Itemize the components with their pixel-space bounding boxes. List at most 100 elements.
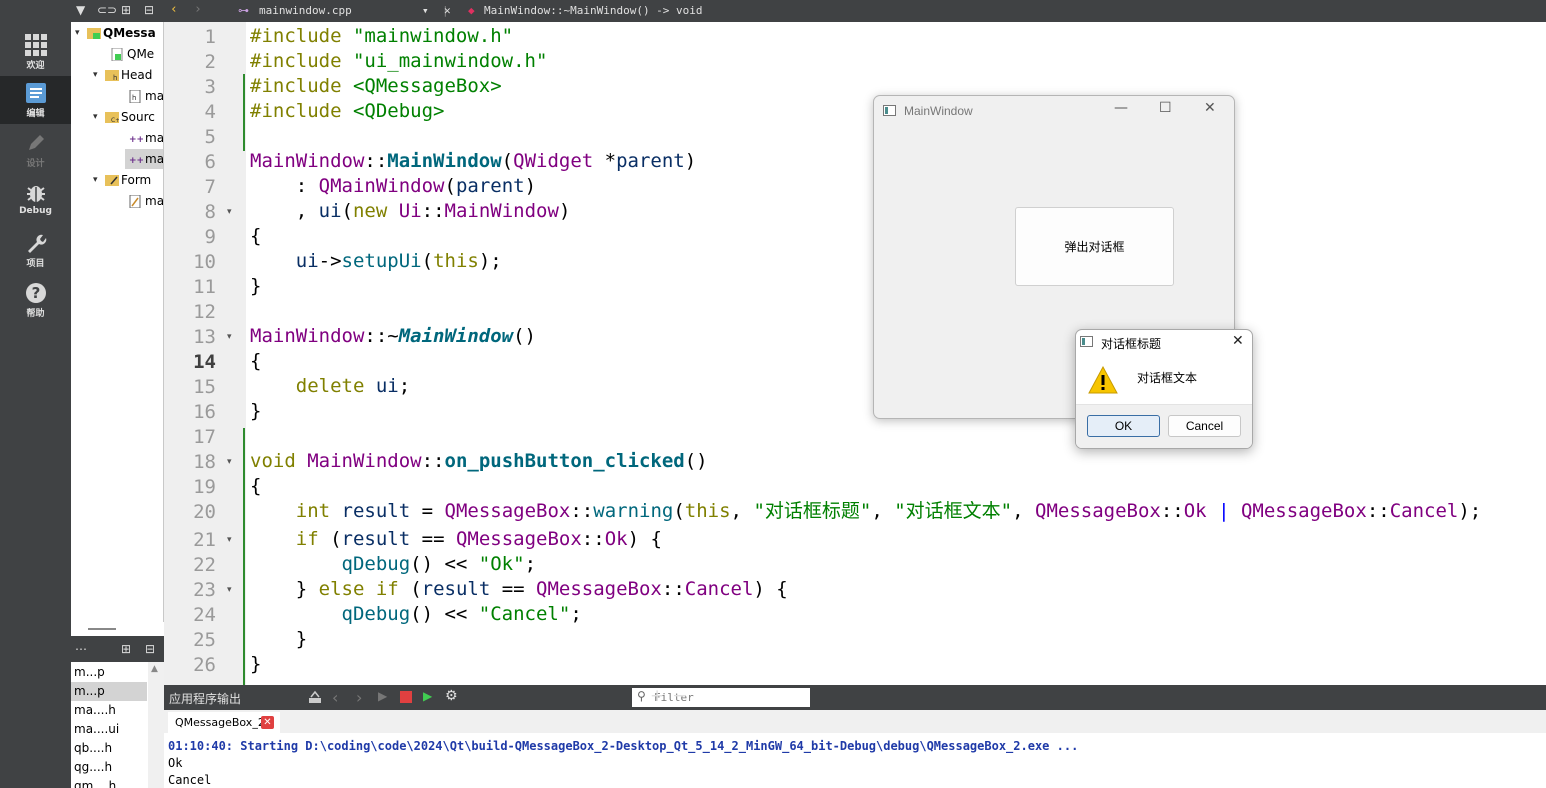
- line-number: 18: [193, 451, 216, 473]
- open-doc-item[interactable]: m...p: [71, 682, 147, 701]
- mode-help[interactable]: ? 帮助: [0, 276, 71, 324]
- maximize-icon[interactable]: ☐: [1159, 100, 1172, 116]
- mode-design[interactable]: 设计: [0, 126, 71, 174]
- tree-item[interactable]: QMe: [111, 44, 154, 64]
- close-icon[interactable]: ✕: [444, 4, 451, 17]
- fold-arrow-icon[interactable]: ▾: [227, 207, 232, 217]
- zoom-in-icon[interactable]: +: [650, 686, 664, 706]
- tree-item[interactable]: h ma: [129, 86, 163, 106]
- code-token: );: [1458, 500, 1482, 522]
- code-token: MainWindow: [307, 450, 422, 472]
- zoom-out-icon[interactable]: −: [673, 686, 687, 706]
- code-token: <QDebug>: [352, 100, 445, 122]
- next-icon[interactable]: ›: [356, 688, 362, 707]
- pane-splitter[interactable]: [71, 622, 164, 636]
- mode-debug[interactable]: Debug: [0, 176, 71, 224]
- mode-projects[interactable]: 项目: [0, 226, 71, 274]
- tree-item[interactable]: ▾ h Head: [93, 65, 152, 85]
- cancel-button[interactable]: Cancel: [1168, 415, 1241, 437]
- code-token: int: [295, 500, 331, 522]
- code-token: ::: [1160, 500, 1184, 522]
- chevron-down-icon[interactable]: ▾: [93, 175, 105, 185]
- split-icon[interactable]: ⊞: [121, 3, 131, 17]
- docs-scrollbar[interactable]: ▲: [148, 662, 164, 788]
- chevron-down-icon[interactable]: ▾: [75, 28, 87, 38]
- output-pane-title: 应用程序输出: [169, 692, 242, 706]
- dialog-text: 对话框文本: [1137, 371, 1198, 385]
- attach-debugger-icon[interactable]: ▶: [423, 689, 432, 703]
- gear-icon[interactable]: ⚙: [445, 688, 458, 704]
- svg-text:++: ++: [129, 135, 143, 144]
- link-icon[interactable]: ⊂⊃: [97, 3, 117, 17]
- open-doc-item[interactable]: ma....ui: [71, 720, 147, 739]
- open-doc-item[interactable]: qm....h: [71, 777, 147, 788]
- mode-edit[interactable]: 编辑: [0, 76, 71, 124]
- ok-button[interactable]: OK: [1087, 415, 1160, 437]
- chevron-down-icon[interactable]: ▾: [422, 4, 429, 17]
- open-doc-item[interactable]: m...p: [71, 663, 147, 682]
- code-line: qDebug() << "Cancel";: [250, 602, 582, 627]
- show-dialog-button[interactable]: 弹出对话框: [1015, 207, 1174, 286]
- code-token: parent: [616, 150, 685, 172]
- code-token: }: [250, 653, 262, 675]
- edit-doc-icon: [25, 83, 46, 103]
- filter-icon[interactable]: ▼: [76, 3, 85, 17]
- chevron-down-icon[interactable]: ▾: [93, 70, 105, 80]
- stop-icon[interactable]: [400, 691, 412, 703]
- tree-item[interactable]: ma: [129, 191, 163, 211]
- line-number: 20: [193, 501, 216, 523]
- code-token: ::: [581, 528, 605, 550]
- symbol-selector[interactable]: MainWindow::~MainWindow() -> void: [484, 4, 703, 17]
- open-doc-item[interactable]: ma....h: [71, 701, 147, 720]
- code-token: Cancel: [684, 578, 754, 600]
- open-doc-item[interactable]: qb....h: [71, 739, 147, 758]
- folder-ui-icon: [105, 174, 119, 186]
- run-settings-icon[interactable]: [308, 690, 323, 705]
- cpp-file-icon: ⊶: [238, 4, 249, 17]
- line-number: 26: [193, 654, 216, 676]
- fold-arrow-icon[interactable]: ▾: [227, 585, 232, 595]
- tree-item[interactable]: ▾ C+ Sourc: [93, 107, 155, 127]
- close-pane-icon[interactable]: ⊟: [145, 642, 155, 656]
- line-number: 15: [193, 376, 216, 398]
- output-pane-toolbar: 应用程序输出 ‹ › ▶ ▶ ⚙ Filter ⚲ + −: [164, 685, 1546, 710]
- header-file-icon: h: [129, 89, 141, 104]
- mode-welcome[interactable]: 欢迎: [0, 28, 71, 76]
- more-icon[interactable]: ⋯: [75, 642, 87, 656]
- code-line: }: [250, 274, 261, 299]
- scroll-up-icon[interactable]: ▲: [151, 664, 158, 674]
- code-token: QMessageBox: [536, 578, 662, 600]
- minimize-icon[interactable]: —: [1114, 100, 1128, 116]
- split-icon[interactable]: ⊞: [121, 642, 131, 656]
- close-icon[interactable]: ✕: [1204, 100, 1216, 116]
- fold-arrow-icon[interactable]: ▾: [227, 332, 232, 342]
- close-icon[interactable]: ✕: [261, 716, 274, 729]
- back-icon[interactable]: ‹: [170, 2, 178, 17]
- tree-item[interactable]: ++ ma: [125, 149, 163, 169]
- tree-item-label: Head: [121, 68, 153, 82]
- code-token: }: [250, 578, 319, 600]
- tree-item[interactable]: ▾ QMessa: [75, 23, 156, 43]
- file-selector[interactable]: mainwindow.cpp: [259, 4, 352, 17]
- tree-item[interactable]: ▾ Form: [93, 170, 151, 190]
- close-pane-icon[interactable]: ⊟: [144, 3, 154, 17]
- tree-item[interactable]: ++ ma: [129, 128, 163, 148]
- code-token: ::: [1366, 500, 1390, 522]
- fold-arrow-icon[interactable]: ▾: [227, 535, 232, 545]
- line-number: 16: [193, 401, 216, 423]
- open-doc-item[interactable]: qg....h: [71, 758, 147, 777]
- output-tab[interactable]: QMessageBox_2 ✕: [168, 712, 280, 733]
- forward-icon[interactable]: ›: [194, 2, 202, 17]
- previous-icon[interactable]: ‹: [332, 688, 338, 707]
- tree-item-label: Form: [121, 173, 152, 187]
- chevron-down-icon[interactable]: ▾: [93, 112, 105, 122]
- line-number: 8: [204, 201, 216, 223]
- code-token: {: [250, 475, 262, 497]
- close-icon[interactable]: ✕: [1232, 333, 1244, 349]
- rerun-icon[interactable]: ▶: [378, 689, 387, 703]
- fold-arrow-icon[interactable]: ▾: [227, 457, 232, 467]
